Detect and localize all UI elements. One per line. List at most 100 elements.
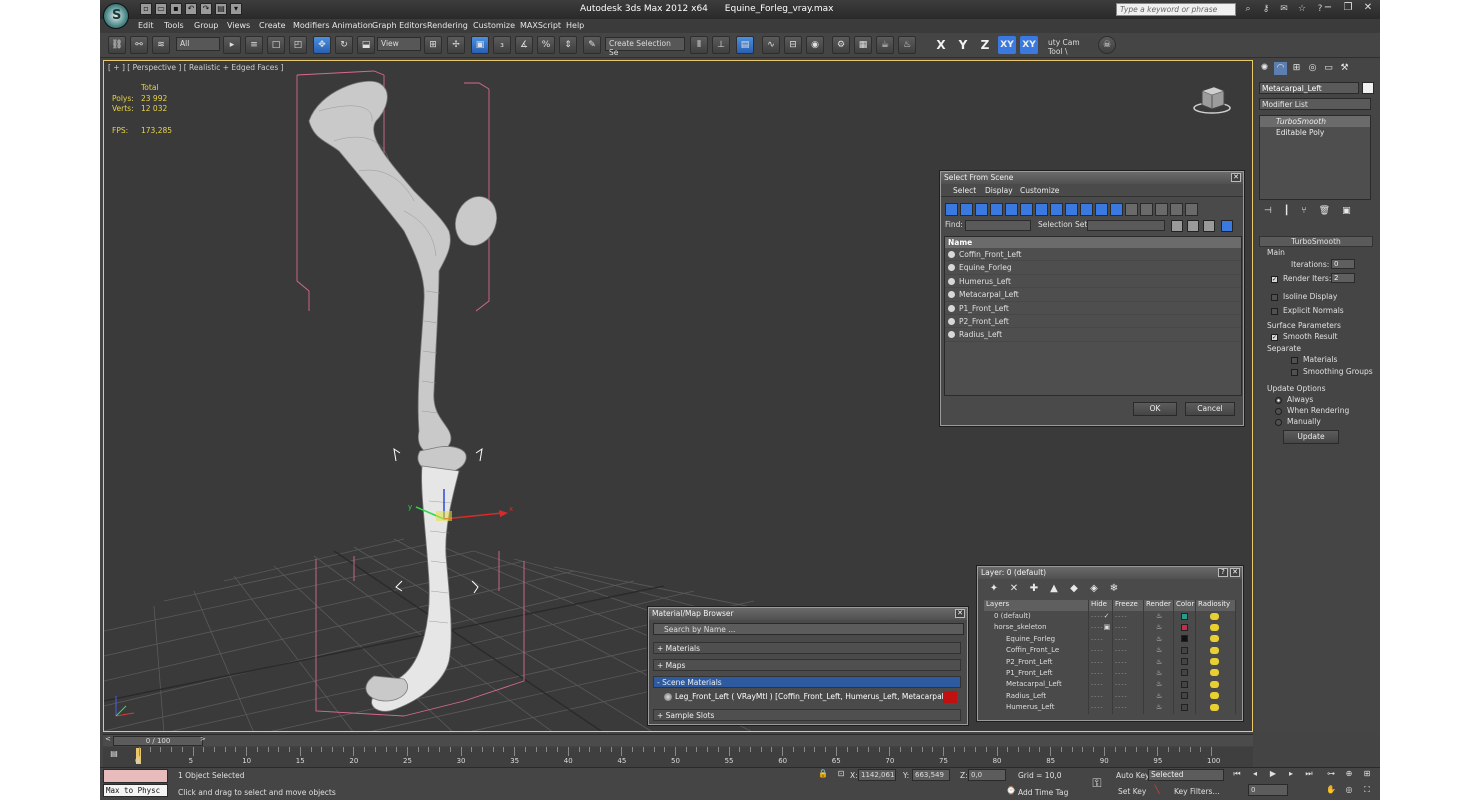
layer-name[interactable]: horse_skeleton (984, 622, 1089, 634)
align-icon[interactable]: ⊥ (712, 36, 730, 54)
layer-color-swatch[interactable] (1174, 656, 1196, 668)
key-mode-dropdown[interactable]: Selected (1148, 769, 1224, 781)
render-iters-spinner[interactable]: 2 (1331, 273, 1355, 283)
layer-freeze-toggle[interactable]: ---- (1113, 679, 1144, 691)
color-column[interactable]: Color (1174, 600, 1196, 611)
list-item[interactable]: P2_Front_Left (945, 315, 1241, 329)
save-file-icon[interactable]: ▪ (170, 3, 182, 15)
key-mode-toggle-icon[interactable]: ⊶ (1324, 769, 1338, 782)
y-coord-field[interactable]: 663,549 (912, 769, 950, 781)
layer-freeze-toggle[interactable]: ---- (1113, 702, 1144, 714)
viewport-label[interactable]: [ + ] [ Perspective ] [ Realistic + Edge… (108, 63, 284, 72)
zoom-region-icon[interactable]: ⊞ (1360, 769, 1374, 782)
layer-row[interactable]: Humerus_Left ---- ---- ♨ (984, 702, 1236, 714)
layer-radiosity-toggle[interactable] (1196, 679, 1236, 691)
sfs-menu-display[interactable]: Display (985, 186, 1013, 195)
angle-snap-icon[interactable]: ∡ (515, 36, 533, 54)
sample-slots-section[interactable]: + Sample Slots (653, 709, 961, 721)
smoothing-groups-checkbox[interactable] (1291, 368, 1298, 376)
layer-hide-toggle[interactable]: ---- (1089, 667, 1113, 680)
layer-color-swatch[interactable] (1174, 611, 1196, 623)
pin-stack-icon[interactable]: ⊣ (1264, 206, 1272, 216)
close-icon[interactable]: ✕ (1231, 173, 1241, 182)
layer-freeze-toggle[interactable]: ---- (1113, 633, 1144, 646)
menu-animation[interactable]: Animation (332, 21, 373, 30)
layer-render-toggle[interactable]: ♨ (1144, 679, 1174, 691)
material-browser-title[interactable]: Material/Map Browser ✕ (649, 608, 967, 620)
set-key-icon[interactable]: ⚿ (1090, 776, 1104, 790)
layer-freeze-toggle[interactable]: ---- (1113, 690, 1144, 703)
sort-icon[interactable] (1185, 203, 1198, 216)
rendered-frame-icon[interactable]: ▦ (854, 36, 872, 54)
object-name-field[interactable]: Metacarpal_Left (1259, 82, 1359, 94)
play-icon[interactable]: ▶ (1266, 769, 1280, 782)
axis-z-button[interactable]: Z (976, 36, 994, 54)
hierarchy-tab-icon[interactable]: ⊞ (1290, 62, 1303, 75)
orbit-icon[interactable]: ◎ (1342, 785, 1356, 798)
manipulate-icon[interactable]: ✢ (447, 36, 465, 54)
help-search-input[interactable]: Type a keyword or phrase (1116, 3, 1236, 16)
layer-render-toggle[interactable]: ♨ (1144, 702, 1174, 714)
menu-customize[interactable]: Customize (473, 21, 515, 30)
layer-radiosity-toggle[interactable] (1196, 690, 1236, 703)
time-slider[interactable]: < 0 / 100 > (103, 734, 1253, 746)
communication-icon[interactable]: ✉ (1278, 3, 1290, 15)
absolute-mode-icon[interactable]: ⊡ (834, 769, 848, 782)
layer-color-swatch[interactable] (1174, 679, 1196, 691)
layer-render-toggle[interactable]: ♨ (1144, 690, 1174, 703)
layer-row[interactable]: P1_Front_Left ---- ---- ♨ (984, 667, 1236, 680)
layer-render-toggle[interactable]: ♨ (1144, 667, 1174, 680)
layer-radiosity-toggle[interactable] (1196, 667, 1236, 680)
frozen-filter-icon[interactable] (1095, 203, 1108, 216)
layer-hide-toggle[interactable]: ---- (1089, 679, 1113, 691)
time-config-icon[interactable]: ✋ (1324, 785, 1338, 798)
iterations-spinner[interactable]: 0 (1331, 259, 1355, 269)
lights-filter-icon[interactable] (975, 203, 988, 216)
cancel-button[interactable]: Cancel (1185, 402, 1235, 416)
sfs-menu-customize[interactable]: Customize (1020, 186, 1059, 195)
list-item[interactable]: Coffin_Front_Left (945, 248, 1241, 262)
goto-start-icon[interactable]: ⏮ (1230, 769, 1244, 782)
utility-tool-label[interactable]: uty Cam Tool \ (1045, 37, 1097, 56)
menu-tools[interactable]: Tools (164, 21, 184, 30)
layer-dialog-title[interactable]: Layer: 0 (default) ? ✕ (978, 567, 1242, 579)
menu-create[interactable]: Create (259, 21, 286, 30)
hide-column[interactable]: Hide (1089, 600, 1113, 611)
key-filters-icon[interactable]: ╲ (1150, 785, 1164, 798)
selection-set-add-icon[interactable] (1187, 220, 1199, 232)
make-unique-icon[interactable]: ⑂ (1301, 206, 1306, 216)
layer-color-swatch[interactable] (1174, 622, 1196, 634)
when-rendering-radio[interactable] (1275, 407, 1282, 415)
select-from-scene-title[interactable]: Select From Scene ✕ (941, 172, 1243, 184)
current-frame-field[interactable]: 0 (1248, 784, 1288, 796)
render-teapot-icon[interactable]: ♨ (898, 36, 916, 54)
select-move-icon[interactable]: ✥ (313, 36, 331, 54)
bones-filter-icon[interactable] (1065, 203, 1078, 216)
reference-coord-dropdown[interactable]: View (377, 37, 421, 51)
select-object-icon[interactable]: ▸ (223, 36, 241, 54)
x-coord-field[interactable]: 1142,061 (858, 769, 896, 781)
layer-hide-toggle[interactable]: ---- (1089, 656, 1113, 668)
mirror-icon[interactable]: ⫴ (690, 36, 708, 54)
materials-checkbox[interactable] (1291, 356, 1298, 364)
menu-group[interactable]: Group (194, 21, 218, 30)
maxscript-input[interactable]: Max to Physc (103, 784, 168, 797)
layer-name[interactable]: Coffin_Front_Le (984, 645, 1089, 657)
display-all-icon[interactable] (1125, 203, 1138, 216)
axis-xy-cycle-button[interactable]: XY (1020, 36, 1038, 54)
render-production-icon[interactable]: ☕ (876, 36, 894, 54)
modify-tab-icon[interactable]: ◠ (1274, 62, 1287, 75)
keyboard-shortcut-icon[interactable]: ▣ (471, 36, 489, 54)
selection-set-icon[interactable] (1171, 220, 1183, 232)
favorites-icon[interactable]: ☆ (1296, 3, 1308, 15)
undo-icon[interactable]: ↶ (185, 3, 197, 15)
viewcube-icon[interactable] (1192, 83, 1232, 115)
axis-y-button[interactable]: Y (954, 36, 972, 54)
layer-render-toggle[interactable]: ♨ (1144, 633, 1174, 646)
ok-button[interactable]: OK (1133, 402, 1177, 416)
layer-hide-toggle[interactable]: ---- (1089, 702, 1113, 714)
sfs-menu-select[interactable]: Select (953, 186, 976, 195)
material-editor-icon[interactable]: ◉ (806, 36, 824, 54)
axis-x-button[interactable]: X (932, 36, 950, 54)
close-icon[interactable]: ✕ (955, 609, 965, 618)
